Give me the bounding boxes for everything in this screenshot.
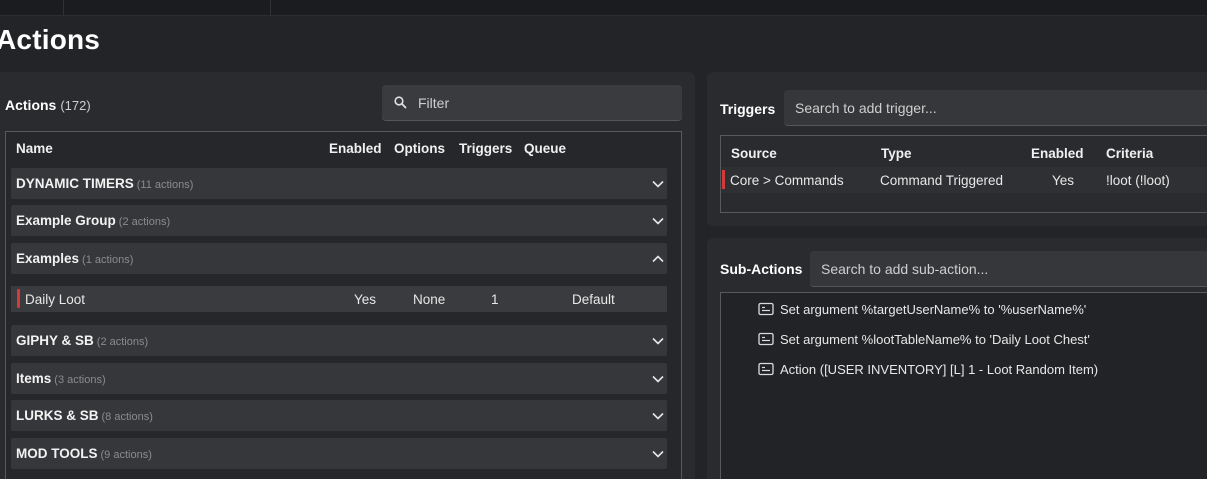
trigger-column-source[interactable]: Source bbox=[731, 146, 777, 161]
column-header-name[interactable]: Name bbox=[16, 141, 53, 156]
chevron-down-icon[interactable] bbox=[651, 409, 665, 423]
chevron-down-icon[interactable] bbox=[651, 447, 665, 461]
action-queue: Default bbox=[572, 292, 615, 307]
subaction-item[interactable]: Action ([USER INVENTORY] [L] 1 - Loot Ra… bbox=[758, 360, 1118, 380]
search-icon bbox=[394, 96, 407, 109]
group-count: (8 actions) bbox=[101, 411, 153, 423]
selection-marker bbox=[722, 170, 725, 189]
trigger-source: Core > Commands bbox=[730, 173, 844, 188]
subaction-icon bbox=[758, 332, 774, 346]
chevron-down-icon[interactable] bbox=[651, 372, 665, 386]
group-count: (1 actions) bbox=[82, 254, 134, 266]
subaction-text: Set argument %lootTableName% to 'Daily L… bbox=[780, 332, 1090, 347]
actions-label: Actions bbox=[5, 97, 57, 113]
title-bar bbox=[0, 0, 1207, 16]
subaction-search-input[interactable] bbox=[821, 251, 1201, 287]
action-name: Daily Loot bbox=[25, 292, 86, 307]
actions-header: Actions (172) bbox=[5, 97, 91, 113]
trigger-search-input[interactable] bbox=[795, 90, 1175, 126]
group-name: LURKS & SB bbox=[16, 408, 99, 423]
group-row-giphy-sb[interactable]: GIPHY & SB (2 actions) bbox=[11, 325, 667, 356]
actions-count: (172) bbox=[60, 98, 91, 113]
subactions-label: Sub-Actions bbox=[720, 261, 803, 277]
column-header-triggers[interactable]: Triggers bbox=[459, 141, 512, 156]
group-count: (2 actions) bbox=[96, 336, 149, 348]
column-header-enabled[interactable]: Enabled bbox=[329, 141, 382, 156]
group-count: (11 actions) bbox=[136, 179, 194, 191]
subaction-text: Action ([USER INVENTORY] [L] 1 - Loot Ra… bbox=[780, 362, 1099, 377]
column-header-options[interactable]: Options bbox=[394, 141, 445, 156]
chevron-down-icon[interactable] bbox=[651, 214, 665, 228]
title-bar-segment bbox=[64, 0, 271, 16]
group-row-dynamic-timers[interactable]: DYNAMIC TIMERS (11 actions) bbox=[11, 168, 667, 199]
subaction-item[interactable]: Set argument %lootTableName% to 'Daily L… bbox=[758, 330, 1118, 350]
subaction-item[interactable]: Set argument %targetUserName% to '%userN… bbox=[758, 300, 1118, 320]
trigger-search-box[interactable] bbox=[784, 90, 1207, 126]
action-enabled: Yes bbox=[354, 292, 377, 307]
trigger-column-enabled[interactable]: Enabled bbox=[1031, 146, 1084, 161]
filter-box[interactable] bbox=[382, 85, 682, 121]
group-row-example-group[interactable]: Example Group (2 actions) bbox=[11, 205, 667, 236]
trigger-column-criteria[interactable]: Criteria bbox=[1106, 146, 1153, 161]
filter-input[interactable] bbox=[418, 85, 668, 121]
triggers-label: Triggers bbox=[720, 101, 776, 117]
trigger-criteria: !loot (!loot) bbox=[1106, 173, 1170, 188]
group-name: GIPHY & SB bbox=[16, 333, 94, 348]
trigger-enabled: Yes bbox=[1052, 173, 1075, 188]
subactions-list bbox=[720, 292, 1207, 479]
action-triggers: 1 bbox=[491, 292, 499, 307]
group-name: Example Group bbox=[16, 213, 116, 228]
subaction-text: Set argument %targetUserName% to '%userN… bbox=[780, 302, 1087, 317]
trigger-type: Command Triggered bbox=[880, 173, 1004, 188]
subaction-icon bbox=[758, 362, 774, 376]
group-count: (9 actions) bbox=[100, 449, 152, 461]
group-name: DYNAMIC TIMERS bbox=[16, 176, 134, 191]
group-row-examples[interactable]: Examples (1 actions) bbox=[11, 243, 667, 274]
action-row-daily-loot[interactable]: Daily Loot Yes None 1 Default bbox=[11, 286, 667, 312]
group-name: MOD TOOLS bbox=[16, 446, 98, 461]
group-name: Examples bbox=[16, 251, 80, 266]
selection-marker bbox=[17, 289, 20, 308]
group-row-lurks-sb[interactable]: LURKS & SB (8 actions) bbox=[11, 400, 667, 431]
subaction-icon bbox=[758, 302, 774, 316]
chevron-down-icon[interactable] bbox=[651, 177, 665, 191]
chevron-up-icon[interactable] bbox=[651, 252, 665, 266]
group-count: (3 actions) bbox=[54, 374, 106, 386]
trigger-column-type[interactable]: Type bbox=[881, 146, 912, 161]
group-row-mod-tools[interactable]: MOD TOOLS (9 actions) bbox=[11, 438, 667, 469]
title-bar-segment bbox=[0, 0, 64, 16]
column-header-queue[interactable]: Queue bbox=[524, 141, 566, 156]
chevron-down-icon[interactable] bbox=[651, 334, 665, 348]
action-options: None bbox=[413, 292, 446, 307]
group-row-items[interactable]: Items (3 actions) bbox=[11, 363, 667, 394]
group-name: Items bbox=[16, 371, 52, 386]
group-count: (2 actions) bbox=[118, 216, 171, 228]
subaction-search-box[interactable] bbox=[810, 251, 1207, 287]
page-title: Actions bbox=[0, 24, 101, 55]
